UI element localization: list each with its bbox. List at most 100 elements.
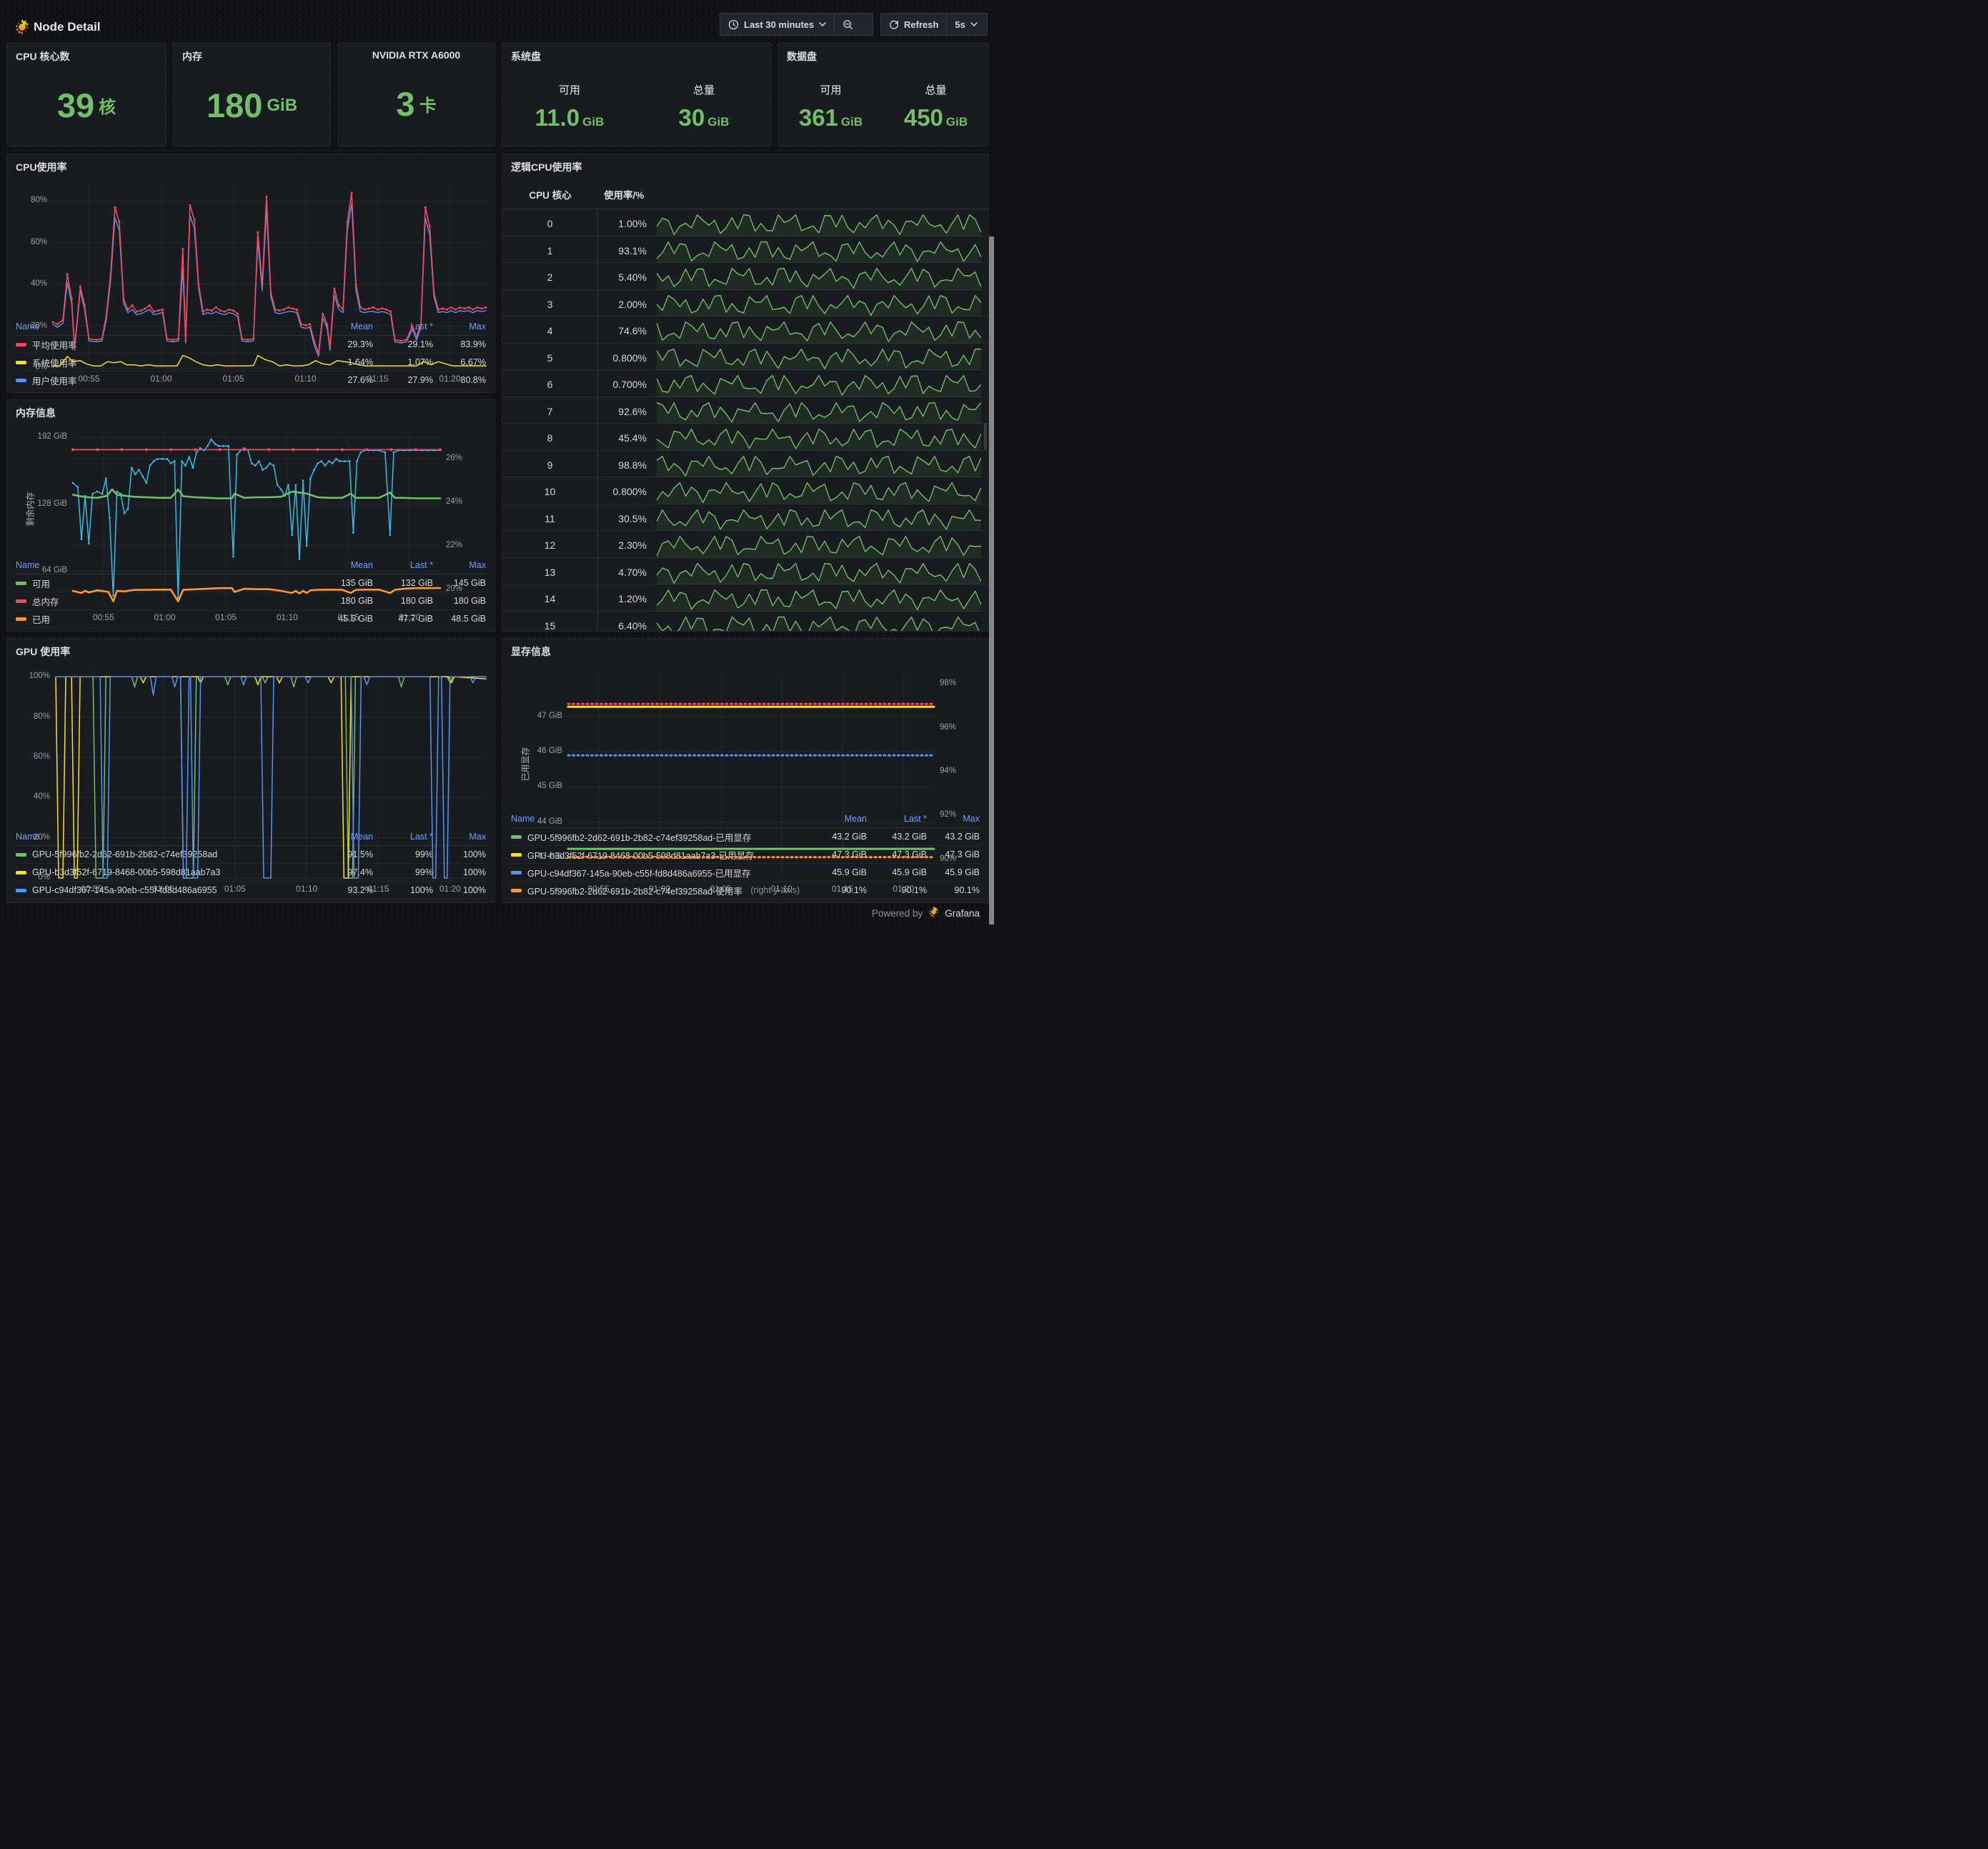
axis-tick-label: 01:00 (648, 884, 671, 894)
cpu-core-sparkline (652, 236, 988, 266)
refresh-icon (889, 19, 899, 29)
axis-tick-label: 01:20 (893, 884, 915, 894)
panel-vram-info: 显存信息 43 GiB 44 GiB 45 GiB 46 GiB 47 GiB 90% 92… (502, 638, 989, 903)
stat-unit: GiB (707, 114, 730, 129)
refresh-interval-select[interactable]: 5s (947, 14, 985, 35)
panel-title[interactable]: CPU使用率 (7, 154, 494, 176)
cpu-core-usage: 5.40% (618, 271, 647, 284)
cpu-core-usage: 2.00% (618, 298, 647, 310)
axis-tick-label: 47 GiB (537, 712, 562, 721)
vram-chart[interactable]: 43 GiB 44 GiB 45 GiB 46 GiB 47 GiB 90% 92% 94% 9… (502, 660, 988, 894)
cpu-core-number: 8 (502, 424, 598, 453)
axis-tick-label: 00:55 (81, 884, 103, 894)
cpu-core-usage: 0.800% (612, 486, 647, 498)
zoom-out-button[interactable] (835, 14, 861, 35)
grafana-logo-icon (928, 906, 940, 920)
page-title: Node Detail (34, 20, 101, 34)
memory-chart[interactable]: 64 GiB 128 GiB 192 GiB 20% 22% 24% 26% 00:55 01:… (7, 422, 495, 622)
axis-tick-label: 01:20 (439, 374, 461, 384)
axis-tick-label: 00:55 (92, 612, 114, 622)
cpu-core-number: 12 (502, 531, 598, 560)
cpu-core-number: 15 (502, 611, 598, 631)
cpu-core-usage: 6.40% (618, 619, 647, 631)
stat-panel-memory: 内存 180 GiB (173, 43, 331, 146)
cpu-core-number: 13 (502, 557, 598, 587)
stat-column: 可用 11.0 GiB (502, 65, 637, 146)
stat-label: 总量 (692, 84, 715, 96)
cpu-core-sparkline (652, 344, 988, 373)
axis-tick-label: 100% (29, 672, 50, 681)
axis-tick-label: 01:05 (710, 884, 732, 894)
stat-column: 总量 450 GiB (883, 65, 988, 146)
column-header-core[interactable]: CPU 核心 (502, 187, 598, 201)
axis-tick-label: 44 GiB (537, 817, 562, 826)
cpu-core-usage: 4.70% (618, 566, 647, 578)
axis-tick-label: 40% (30, 279, 47, 289)
stat-unit: GiB (945, 114, 968, 129)
panel-title[interactable]: 数据盘 (778, 44, 988, 65)
panel-cpu-usage: CPU使用率 0% 20% 40% 60% 80% 00:55 01:00 01:05 01:1… (6, 154, 495, 393)
axis-tick-label: 43 GiB (537, 852, 562, 861)
axis-tick-label: 01:10 (276, 612, 298, 622)
axis-title: 剩余内存 (25, 491, 36, 526)
axis-tick-label: 01:10 (294, 374, 317, 384)
axis-tick-label: 94% (940, 767, 957, 776)
cpu-core-sparkline (652, 370, 988, 399)
cpu-core-usage: 45.4% (618, 432, 647, 444)
cpu-core-number: 3 (502, 289, 598, 319)
cpu-core-usage: 1.00% (618, 218, 647, 230)
stat-unit: 卡 (419, 96, 437, 116)
time-range-picker: Last 30 minutes (720, 13, 873, 36)
column-header-usage[interactable]: 使用率/% (598, 187, 652, 201)
axis-title: 内存使用率 (494, 483, 495, 526)
cpu-usage-chart[interactable]: 0% 20% 40% 60% 80% 00:55 01:00 01:05 01:10 01:15 0… (7, 176, 494, 384)
panel-title[interactable]: CPU 核心数 (7, 44, 166, 65)
gpu-usage-chart[interactable]: 0% 20% 40% 60% 80% 100% 00:55 01:00 01:05 01:10 01… (7, 660, 494, 894)
axis-tick-label: 46 GiB (537, 747, 562, 756)
cpu-core-sparkline (652, 531, 988, 560)
panel-title[interactable]: 系统盘 (502, 44, 771, 65)
axis-tick-label: 20% (446, 584, 463, 593)
axis-tick-label: 60% (30, 237, 47, 246)
refresh-button[interactable]: Refresh (881, 14, 946, 35)
cpu-core-number: 2 (502, 263, 598, 292)
panel-title[interactable]: NVIDIA RTX A6000 (338, 44, 494, 62)
cpu-core-row: 2 5.40% (502, 263, 988, 292)
time-range-button[interactable]: Last 30 minutes (720, 14, 834, 35)
stat-value: 3 (396, 85, 415, 123)
panel-title[interactable]: 显存信息 (502, 639, 988, 660)
stat-value-group: 39 核 (7, 65, 166, 146)
panel-title[interactable]: GPU 使用率 (7, 639, 494, 660)
axis-tick-label: 45 GiB (537, 782, 562, 791)
axis-tick-label: 128 GiB (37, 499, 67, 508)
time-range-label: Last 30 minutes (744, 19, 815, 30)
axis-tick-label: 01:20 (399, 612, 421, 622)
cpu-core-row: 6 0.700% (502, 370, 988, 399)
cpu-core-row: 10 0.800% (502, 477, 988, 507)
cpu-core-sparkline (652, 558, 988, 587)
axis-tick-label: 00:55 (587, 884, 610, 894)
axis-tick-label: 64 GiB (41, 566, 67, 575)
panel-scrollbar-thumb[interactable] (984, 423, 987, 450)
cpu-core-number: 6 (502, 370, 598, 399)
page-scrollbar-thumb[interactable] (989, 236, 994, 924)
axis-tick-label: 20% (33, 832, 50, 842)
axis-tick-label: 80% (33, 712, 50, 721)
panel-title[interactable]: 内存 (174, 44, 330, 65)
magnifier-minus-icon (843, 19, 853, 30)
stat-panel-data-disk: 数据盘 可用 361 GiB 总量 450 GiB (777, 43, 989, 146)
axis-tick-label: 92% (940, 810, 957, 819)
panel-title[interactable]: 逻辑CPU使用率 (502, 154, 988, 176)
axis-tick-label: 01:05 (224, 884, 246, 894)
cpu-core-sparkline (652, 451, 988, 480)
grafana-brand-label: Grafana (945, 907, 980, 919)
axis-tick-label: 01:00 (154, 612, 176, 622)
cpu-core-sparkline (652, 209, 988, 239)
axis-tick-label: 0% (35, 363, 47, 372)
panel-title[interactable]: 内存信息 (7, 400, 494, 422)
grafana-dashboard: Node Detail Last 30 minutes Refresh 5s C… (0, 0, 994, 924)
cpu-core-usage: 1.20% (618, 593, 647, 605)
cpu-core-sparkline (652, 290, 988, 319)
cpu-core-row: 15 6.40% (502, 611, 988, 631)
cpu-core-number: 10 (502, 477, 598, 507)
